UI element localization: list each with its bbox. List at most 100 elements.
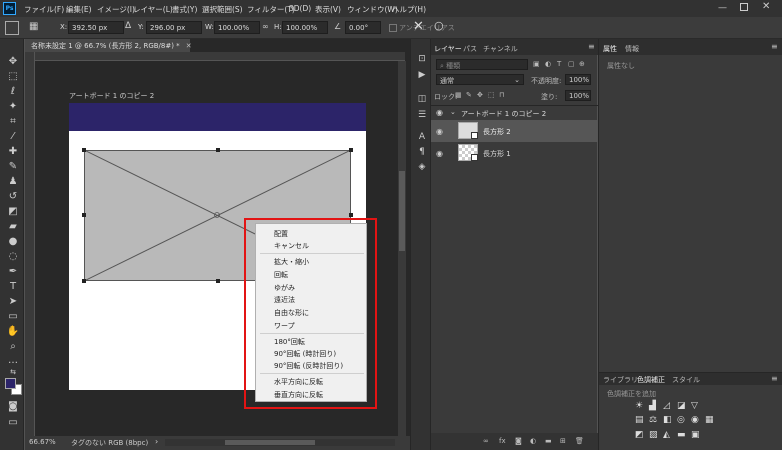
transform-handle-middle-left[interactable] [82,213,86,217]
blend-mode-select[interactable]: 通常 ⌄ [436,74,524,85]
fill-field[interactable]: 100% [565,90,591,101]
levels-icon[interactable]: ▟ [649,401,656,411]
layer-filter-search[interactable]: ⌕ 種類 [436,59,528,70]
menu-select[interactable]: 選択範囲(S) [202,4,243,15]
zoom-tool-icon[interactable]: ⌕ [6,340,20,354]
dodge-tool-icon[interactable]: ◌ [6,250,20,264]
pen-tool-icon[interactable]: ✒ [6,265,20,279]
add-mask-icon[interactable]: ◙ [515,437,522,445]
marquee-tool-icon[interactable]: ⬚ [6,70,20,84]
adjustment-layer-icon[interactable]: ◐ [530,437,536,445]
adjustments-panel-icon[interactable]: ◫ [416,93,428,105]
photo-filter-icon[interactable]: ◎ [677,415,685,425]
w-field[interactable]: 100.00% [214,21,260,34]
new-group-icon[interactable]: ▬ [545,437,552,445]
magic-wand-tool-icon[interactable]: ✦ [6,100,20,114]
delete-layer-icon[interactable]: 🗑 [575,437,584,445]
minimize-icon[interactable]: — [718,3,727,13]
history-brush-tool-icon[interactable]: ↺ [6,190,20,204]
glyphs-panel-icon[interactable]: ◈ [416,161,428,173]
healing-brush-tool-icon[interactable]: ✚ [6,145,20,159]
quick-mask-icon[interactable]: ◙ [6,400,20,414]
color-balance-icon[interactable]: ⚖ [649,415,657,425]
transform-handle-bottom-center[interactable] [216,279,220,283]
menu-help[interactable]: ヘルプ(H) [392,4,426,15]
filter-pixel-icon[interactable]: ▣ [533,60,540,68]
menu-image[interactable]: イメージ(I) [97,4,135,15]
tab-libraries[interactable]: ライブラリ [603,375,638,385]
layer-row[interactable]: ◉ 長方形 1 [431,142,598,164]
lock-transparency-icon[interactable]: ▦ [455,91,462,99]
tab-paths[interactable]: パス [463,44,477,54]
transform-tool-icon[interactable] [5,21,19,35]
type-tool-icon[interactable]: T [6,280,20,294]
eyedropper-tool-icon[interactable]: ⁄ [6,130,20,144]
hand-tool-icon[interactable]: ✋ [6,325,20,339]
link-layers-icon[interactable]: ∞ [483,437,489,445]
menu-layer[interactable]: レイヤー(L) [133,4,173,15]
visibility-eye-icon[interactable]: ◉ [436,108,443,117]
posterize-icon[interactable]: ▨ [649,430,658,440]
tab-adjustments[interactable]: 色調補正 [637,375,665,385]
menu-file[interactable]: ファイル(F) [24,4,64,15]
transform-handle-middle-right[interactable] [349,213,353,217]
angle-field[interactable]: 0.00° [345,21,381,34]
transform-handle-bottom-left[interactable] [82,279,86,283]
invert-icon[interactable]: ◩ [635,430,644,440]
h-field[interactable]: 100.00% [282,21,328,34]
foreground-color-swatch[interactable] [5,378,16,389]
tab-layers[interactable]: レイヤー [434,44,462,54]
horizontal-scroll-thumb[interactable] [225,440,315,445]
lock-all-icon[interactable]: ⊓ [499,91,504,99]
visibility-eye-icon[interactable]: ◉ [436,149,443,158]
lock-artboard-icon[interactable]: ⬚ [488,91,495,99]
brush-tool-icon[interactable]: ✎ [6,160,20,174]
group-expand-chevron-icon[interactable]: ⌄ [450,108,456,116]
brightness-icon[interactable]: ☀ [635,401,643,411]
lock-pixels-icon[interactable]: ✎ [466,91,472,99]
tab-properties[interactable]: 属性 [603,44,617,54]
gradient-map-icon[interactable]: ▬ [677,430,686,440]
gradient-tool-icon[interactable]: ▰ [6,220,20,234]
antialias-checkbox[interactable] [389,24,397,32]
threshold-icon[interactable]: ◭ [663,430,670,440]
paragraph-panel-icon[interactable]: ¶ [416,146,428,158]
swap-colors-icon[interactable]: ⇆ [6,365,20,379]
filter-shape-icon[interactable]: ▢ [568,60,575,68]
actions-panel-icon[interactable]: ▶ [416,69,428,81]
character-panel-icon[interactable]: A [416,131,428,143]
hue-saturation-icon[interactable]: ▤ [635,415,644,425]
crop-tool-icon[interactable]: ⌗ [6,115,20,129]
close-window-icon[interactable]: ✕ [762,1,770,12]
panel-menu-icon[interactable]: ≡ [771,374,778,383]
link-icon[interactable]: ∞ [262,22,269,31]
lasso-tool-icon[interactable]: ℓ [6,85,20,99]
tab-info[interactable]: 情報 [625,44,639,54]
menu-3d[interactable]: 3D(D) [289,4,311,13]
transform-handle-top-left[interactable] [82,148,86,152]
layer-group-row[interactable]: ◉ ⌄ アートボード 1 のコピー 2 [431,106,598,120]
vertical-scrollbar[interactable] [398,61,406,436]
reference-point-icon[interactable]: ▦ [29,21,38,32]
maximize-icon[interactable] [740,3,748,11]
artboard-label[interactable]: アートボード 1 のコピー 2 [69,91,154,101]
visibility-eye-icon[interactable]: ◉ [436,127,443,136]
exposure-icon[interactable]: ◪ [677,401,686,411]
color-lookup-icon[interactable]: ▦ [705,415,714,425]
filter-smart-icon[interactable]: ⊕ [579,60,585,68]
channel-mixer-icon[interactable]: ◉ [691,415,699,425]
new-layer-icon[interactable]: ⊞ [560,437,566,445]
document-info[interactable]: タグのない RGB (8bpc) [71,438,148,448]
history-panel-icon[interactable]: ⊡ [416,53,428,65]
menu-filter[interactable]: フィルター(T) [247,4,295,15]
stamp-tool-icon[interactable]: ♟ [6,175,20,189]
tab-channels[interactable]: チャンネル [483,44,518,54]
properties-panel-icon[interactable]: ☰ [416,109,428,121]
black-white-icon[interactable]: ◧ [663,415,672,425]
transform-handle-top-center[interactable] [216,148,220,152]
layer-row-selected[interactable]: ◉ 長方形 2 [431,120,598,142]
x-field[interactable]: 392.50 px [68,21,124,34]
layer-style-icon[interactable]: fx [499,437,506,445]
curves-icon[interactable]: ◿ [663,401,670,411]
panel-menu-icon[interactable]: ≡ [588,42,595,51]
